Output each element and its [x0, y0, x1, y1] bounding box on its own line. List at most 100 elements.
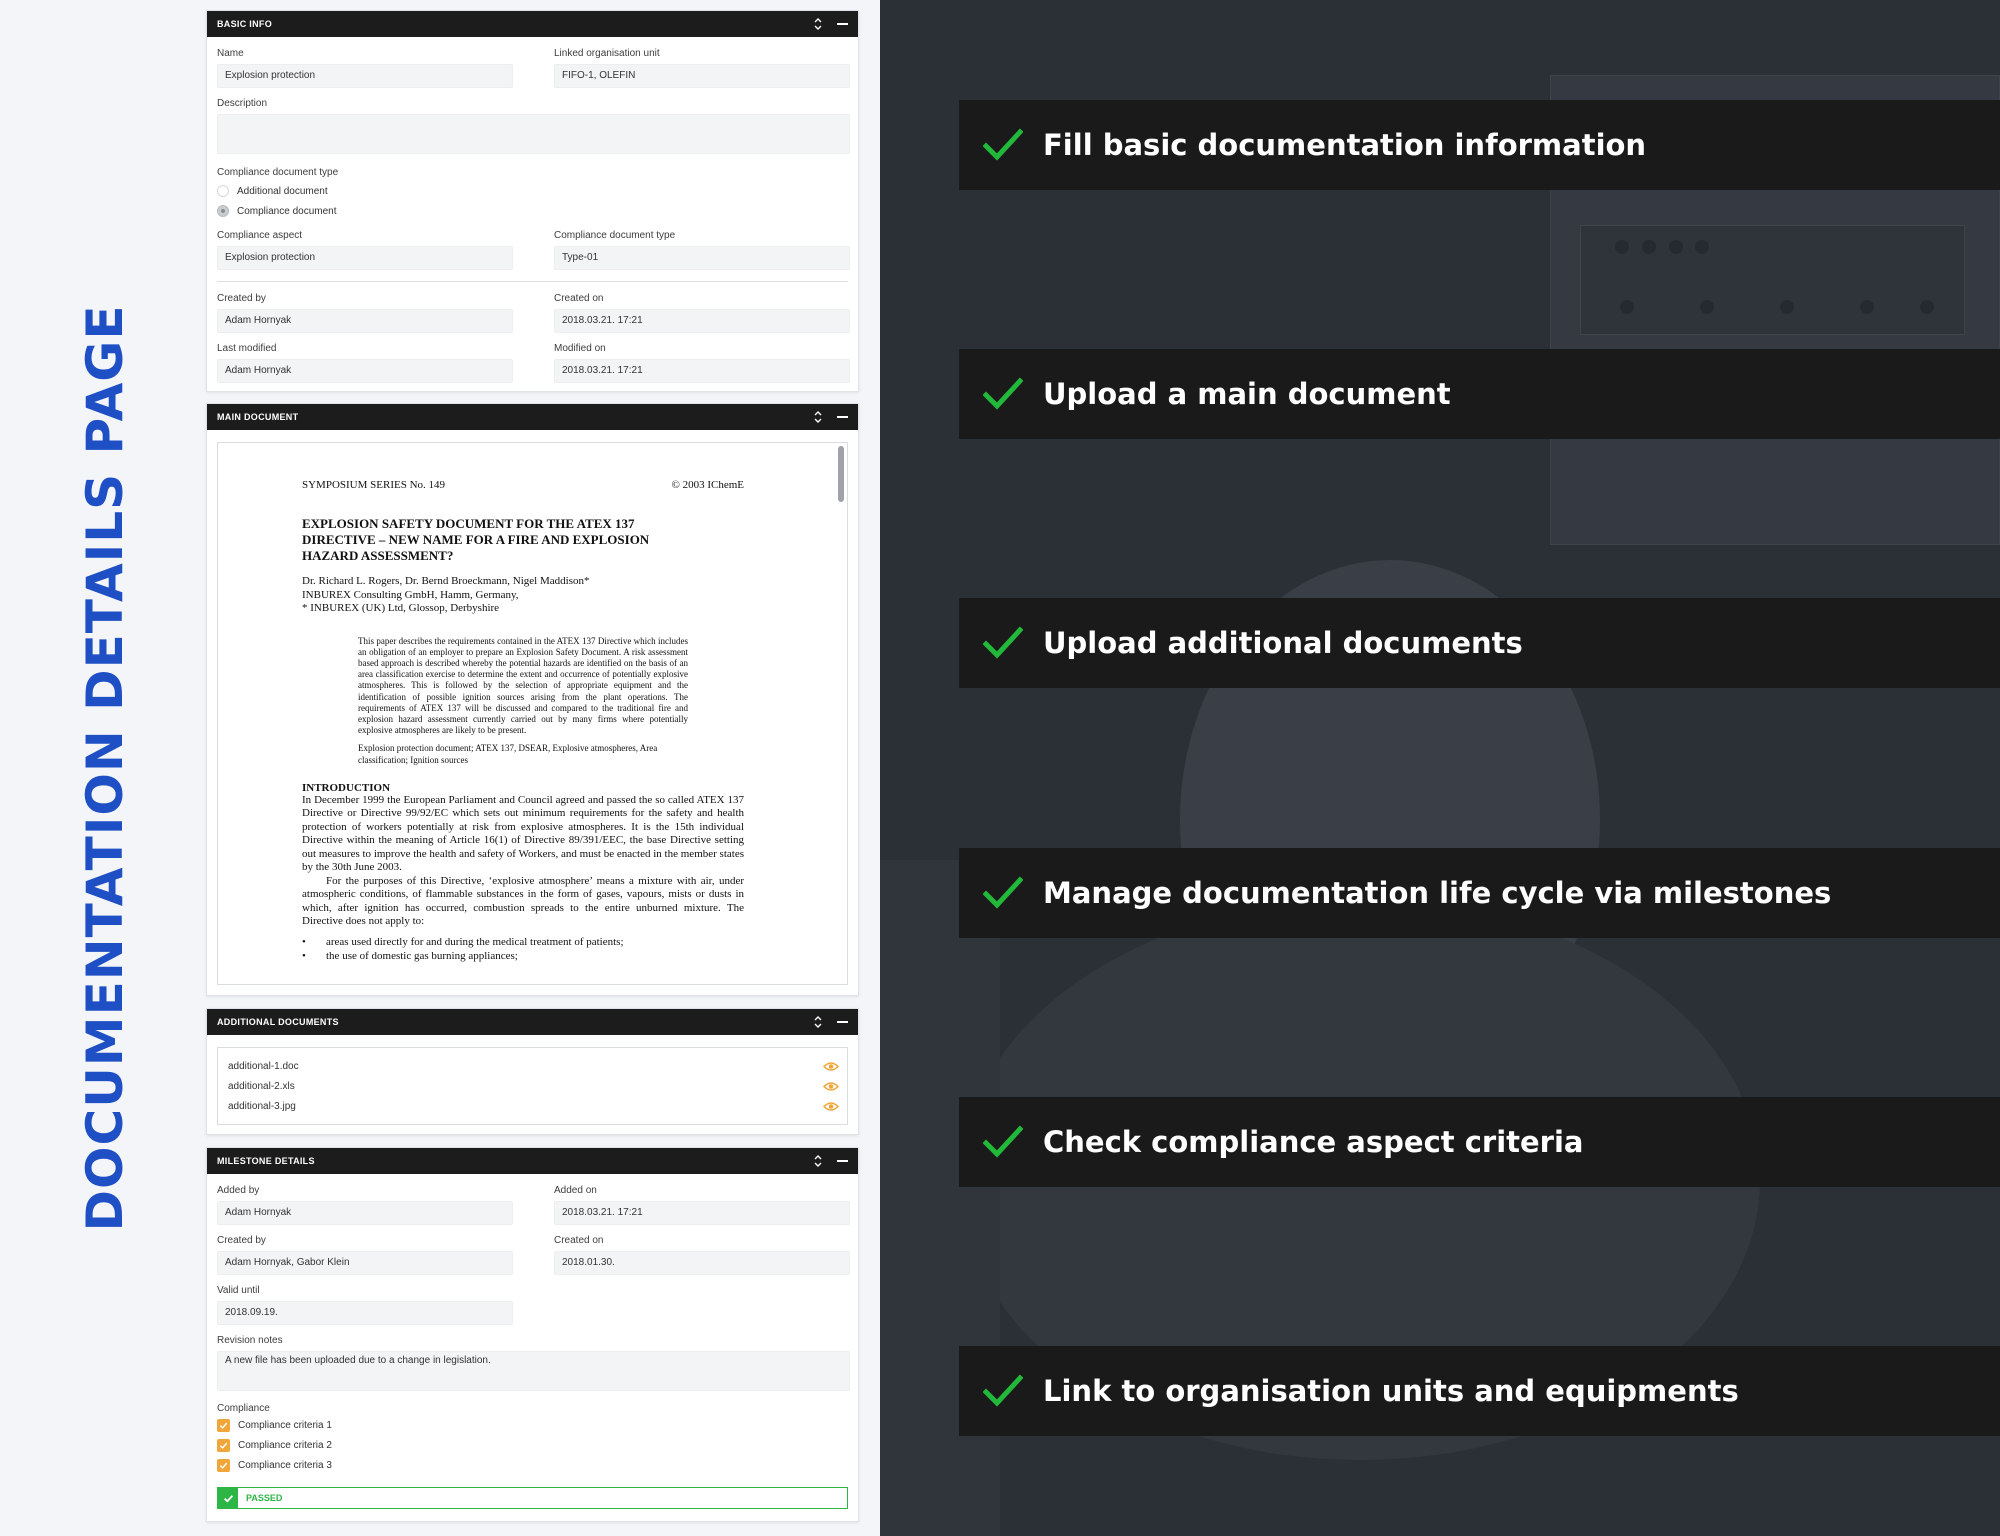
- added-by-label: Added by: [217, 1185, 260, 1196]
- minimize-icon[interactable]: [837, 23, 848, 25]
- created-on-field: Created on 2018.03.21. 17:21: [554, 292, 850, 333]
- background-knob: [1860, 300, 1874, 314]
- basic-info-header: BASIC INFO: [207, 11, 858, 37]
- chevron-up-down-icon[interactable]: [813, 1015, 823, 1029]
- last-modified-input[interactable]: Adam Hornyak: [217, 359, 513, 383]
- document-paragraph: In December 1999 the European Parliament…: [302, 793, 744, 874]
- added-on-field: Added on 2018.03.21. 17:21: [554, 1184, 850, 1225]
- document-abstract: This paper describes the requirements co…: [358, 635, 688, 736]
- document-keywords: Explosion protection document; ATEX 137,…: [358, 743, 658, 765]
- added-by-input[interactable]: Adam Hornyak: [217, 1201, 513, 1225]
- criteria-label: Compliance criteria 3: [238, 1460, 332, 1471]
- status-badge: PASSED: [217, 1487, 848, 1509]
- feature-card: Check compliance aspect criteria: [959, 1097, 2000, 1187]
- document-series-line: SYMPOSIUM SERIES No. 149 © 2003 IChemE: [302, 479, 744, 491]
- created-by-field: Created by Adam Hornyak: [217, 292, 513, 333]
- checkbox-checked[interactable]: [217, 1419, 230, 1432]
- file-row[interactable]: additional-1.doc: [228, 1056, 839, 1076]
- check-icon: [983, 377, 1023, 410]
- radio-button-selected[interactable]: [217, 205, 229, 217]
- background-knob: [1615, 240, 1629, 254]
- eye-icon[interactable]: [823, 1101, 839, 1112]
- compliance-criteria-1[interactable]: Compliance criteria 1: [217, 1419, 332, 1432]
- check-icon: [983, 1374, 1023, 1407]
- name-field: Name Explosion protection: [217, 47, 513, 88]
- radio-compliance-document[interactable]: Compliance document: [217, 205, 337, 217]
- org-unit-input[interactable]: FIFO-1, OLEFIN: [554, 64, 850, 88]
- chevron-up-down-icon[interactable]: [813, 17, 823, 31]
- main-document-title: MAIN DOCUMENT: [217, 412, 299, 422]
- created-on-input[interactable]: 2018.03.21. 17:21: [554, 309, 850, 333]
- criteria-label: Compliance criteria 1: [238, 1420, 332, 1431]
- check-icon: [983, 1125, 1023, 1158]
- doc-type-input[interactable]: Type-01: [554, 246, 850, 270]
- minimize-icon[interactable]: [837, 1160, 848, 1162]
- background-knob: [1780, 300, 1794, 314]
- feature-card: Upload additional documents: [959, 598, 2000, 688]
- valid-until-label: Valid until: [217, 1285, 260, 1296]
- milestone-created-on-field: Created on 2018.01.30.: [554, 1234, 850, 1275]
- main-document-panel: MAIN DOCUMENT SYMPOSIUM SERIES No. 149 ©…: [206, 403, 859, 996]
- milestone-created-by-field: Created by Adam Hornyak, Gabor Klein: [217, 1234, 513, 1275]
- file-name[interactable]: additional-2.xls: [228, 1081, 295, 1092]
- document-heading: EXPLOSION SAFETY DOCUMENT FOR THE ATEX 1…: [302, 516, 650, 563]
- file-row[interactable]: additional-3.jpg: [228, 1096, 839, 1116]
- compliance-criteria-3[interactable]: Compliance criteria 3: [217, 1459, 332, 1472]
- modified-on-input[interactable]: 2018.03.21. 17:21: [554, 359, 850, 383]
- milestone-created-by-input[interactable]: Adam Hornyak, Gabor Klein: [217, 1251, 513, 1275]
- description-input[interactable]: [217, 114, 850, 154]
- additional-documents-title: ADDITIONAL DOCUMENTS: [217, 1017, 339, 1027]
- additional-documents-panel: ADDITIONAL DOCUMENTS additional-1.doc ad…: [206, 1008, 859, 1135]
- radio-button[interactable]: [217, 185, 229, 197]
- background-knob: [1700, 300, 1714, 314]
- chevron-up-down-icon[interactable]: [813, 1154, 823, 1168]
- chevron-up-down-icon[interactable]: [813, 410, 823, 424]
- milestone-created-on-label: Created on: [554, 1235, 604, 1246]
- feature-text: Upload additional documents: [1043, 626, 1523, 660]
- minimize-icon[interactable]: [837, 1021, 848, 1023]
- file-name[interactable]: additional-1.doc: [228, 1061, 299, 1072]
- file-list: additional-1.doc additional-2.xls additi…: [217, 1047, 848, 1125]
- minimize-icon[interactable]: [837, 416, 848, 418]
- created-by-label: Created by: [217, 293, 266, 304]
- file-name[interactable]: additional-3.jpg: [228, 1101, 296, 1112]
- name-label: Name: [217, 48, 244, 59]
- created-by-input[interactable]: Adam Hornyak: [217, 309, 513, 333]
- milestone-details-title: MILESTONE DETAILS: [217, 1156, 315, 1166]
- document-series: SYMPOSIUM SERIES No. 149: [302, 479, 446, 491]
- valid-until-input[interactable]: 2018.09.19.: [217, 1301, 513, 1325]
- feature-card: Link to organisation units and equipment…: [959, 1346, 2000, 1436]
- aspect-input[interactable]: Explosion protection: [217, 246, 513, 270]
- document-scrollbar[interactable]: [838, 446, 844, 502]
- check-icon: [983, 876, 1023, 909]
- page-title-area: DOCUMENTATION DETAILS PAGE: [0, 0, 210, 1536]
- name-input[interactable]: Explosion protection: [217, 64, 513, 88]
- revision-notes-input[interactable]: A new file has been uploaded due to a ch…: [217, 1351, 850, 1391]
- document-page: SYMPOSIUM SERIES No. 149 © 2003 IChemE E…: [302, 479, 744, 964]
- org-unit-field: Linked organisation unit FIFO-1, OLEFIN: [554, 47, 850, 88]
- last-modified-label: Last modified: [217, 343, 277, 354]
- added-on-input[interactable]: 2018.03.21. 17:21: [554, 1201, 850, 1225]
- file-row[interactable]: additional-2.xls: [228, 1076, 839, 1096]
- created-on-label: Created on: [554, 293, 604, 304]
- milestone-created-by-label: Created by: [217, 1235, 266, 1246]
- eye-icon[interactable]: [823, 1081, 839, 1092]
- checkbox-checked[interactable]: [217, 1459, 230, 1472]
- document-bullet: • areas used directly for and during the …: [302, 935, 624, 948]
- revision-notes-label: Revision notes: [217, 1335, 283, 1346]
- milestone-details-panel: MILESTONE DETAILS Added by Adam Hornyak …: [206, 1147, 859, 1522]
- radio-additional-document[interactable]: Additional document: [217, 185, 328, 197]
- checkbox-checked[interactable]: [217, 1439, 230, 1452]
- eye-icon[interactable]: [823, 1061, 839, 1072]
- status-label: PASSED: [246, 1493, 283, 1503]
- milestone-created-on-input[interactable]: 2018.01.30.: [554, 1251, 850, 1275]
- document-viewer[interactable]: SYMPOSIUM SERIES No. 149 © 2003 IChemE E…: [217, 442, 848, 985]
- main-document-header: MAIN DOCUMENT: [207, 404, 858, 430]
- document-bullet: • the use of domestic gas burning applian…: [302, 950, 518, 963]
- modified-on-label: Modified on: [554, 343, 606, 354]
- org-unit-label: Linked organisation unit: [554, 48, 660, 59]
- compliance-criteria-2[interactable]: Compliance criteria 2: [217, 1439, 332, 1452]
- background-control-box: [1580, 225, 1965, 335]
- doc-type-group: Compliance document type: [217, 166, 517, 180]
- check-icon: [983, 128, 1023, 161]
